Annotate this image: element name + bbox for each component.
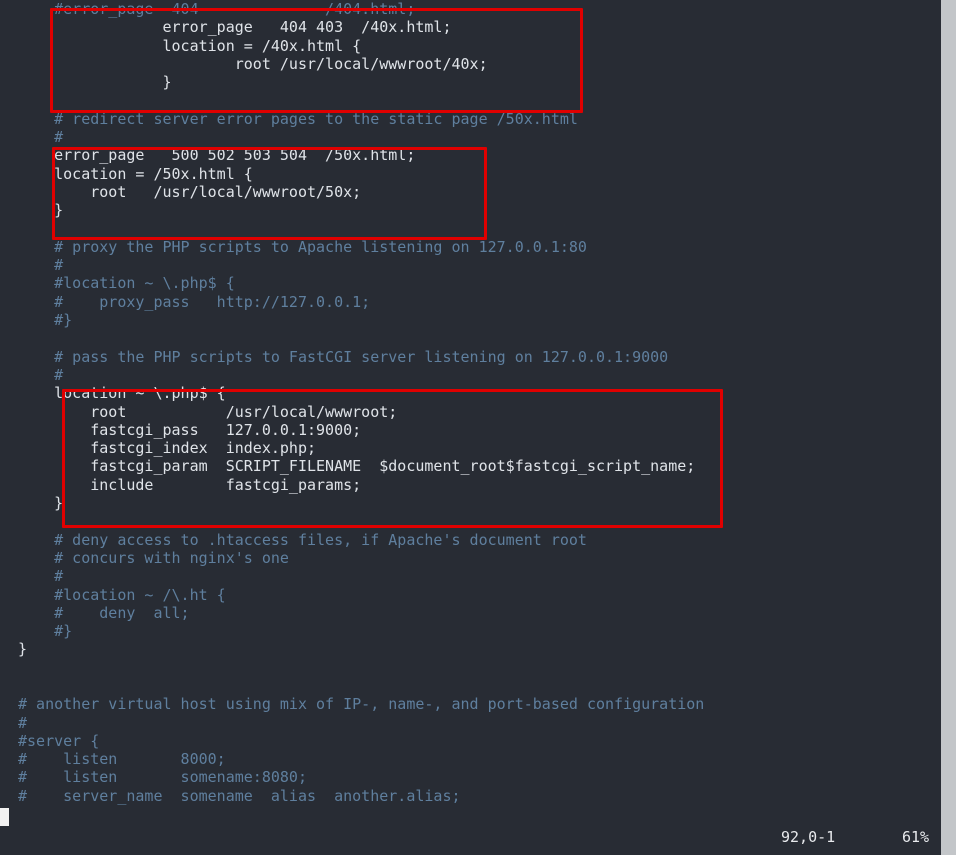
- code-line: root /usr/local/wwwroot/50x;: [18, 182, 362, 201]
- code-line: }: [18, 201, 64, 220]
- code-line: # deny access to .htaccess files, if Apa…: [18, 530, 587, 549]
- code-line: location = /40x.html {: [18, 36, 362, 55]
- editor-screen: #error_page 404 /404.html; error_page 40…: [0, 0, 956, 855]
- code-line: fastcgi_pass 127.0.0.1:9000;: [18, 420, 362, 439]
- command-line-cursor: [0, 808, 9, 826]
- code-line: #}: [18, 311, 73, 330]
- code-line: #location ~ \.php$ {: [18, 274, 235, 293]
- code-line: location = /50x.html {: [18, 164, 253, 183]
- code-line: }: [18, 640, 28, 659]
- cursor-position-ruler: 92,0-1: [781, 828, 836, 846]
- vertical-scrollbar-track[interactable]: [941, 0, 956, 855]
- code-line: # pass the PHP scripts to FastCGI server…: [18, 347, 669, 366]
- code-line: # redirect server error pages to the sta…: [18, 109, 578, 128]
- code-line: # server_name somename alias another.ali…: [18, 786, 461, 805]
- code-line: fastcgi_index index.php;: [18, 439, 317, 458]
- code-line: fastcgi_param SCRIPT_FILENAME $document_…: [18, 457, 696, 476]
- code-line: # concurs with nginx's one: [18, 548, 289, 567]
- code-line: #: [18, 567, 64, 586]
- code-line: root /usr/local/wwwroot;: [18, 402, 398, 421]
- code-line: #: [18, 256, 64, 275]
- scroll-percent-indicator: 61%: [902, 828, 930, 846]
- code-line: #: [18, 713, 28, 732]
- code-line: # another virtual host using mix of IP-,…: [18, 695, 705, 714]
- code-line: # proxy_pass http://127.0.0.1;: [18, 292, 371, 311]
- code-line: #server {: [18, 731, 100, 750]
- code-text-area[interactable]: #error_page 404 /404.html; error_page 40…: [0, 0, 941, 820]
- code-line: location ~ \.php$ {: [18, 384, 226, 403]
- code-line: include fastcgi_params;: [18, 475, 362, 494]
- code-line: }: [18, 494, 64, 513]
- code-line: #: [18, 365, 64, 384]
- code-line: #: [18, 128, 64, 147]
- vim-status-line: 92,0-1 61%: [0, 820, 941, 855]
- code-line: #location ~ /\.ht {: [18, 585, 226, 604]
- vertical-scrollbar-thumb[interactable]: [941, 0, 956, 855]
- code-line: error_page 500 502 503 504 /50x.html;: [18, 146, 416, 165]
- code-line: error_page 404 403 /40x.html;: [18, 18, 452, 37]
- code-line: # deny all;: [18, 603, 190, 622]
- code-line: # listen somename:8080;: [18, 768, 307, 787]
- code-line: #}: [18, 622, 73, 641]
- code-line: # listen 8000;: [18, 750, 226, 769]
- code-line: #error_page 404 /404.html;: [18, 0, 416, 18]
- code-line: }: [18, 73, 172, 92]
- code-line: root /usr/local/wwwroot/40x;: [18, 54, 488, 73]
- code-line: # proxy the PHP scripts to Apache listen…: [18, 237, 587, 256]
